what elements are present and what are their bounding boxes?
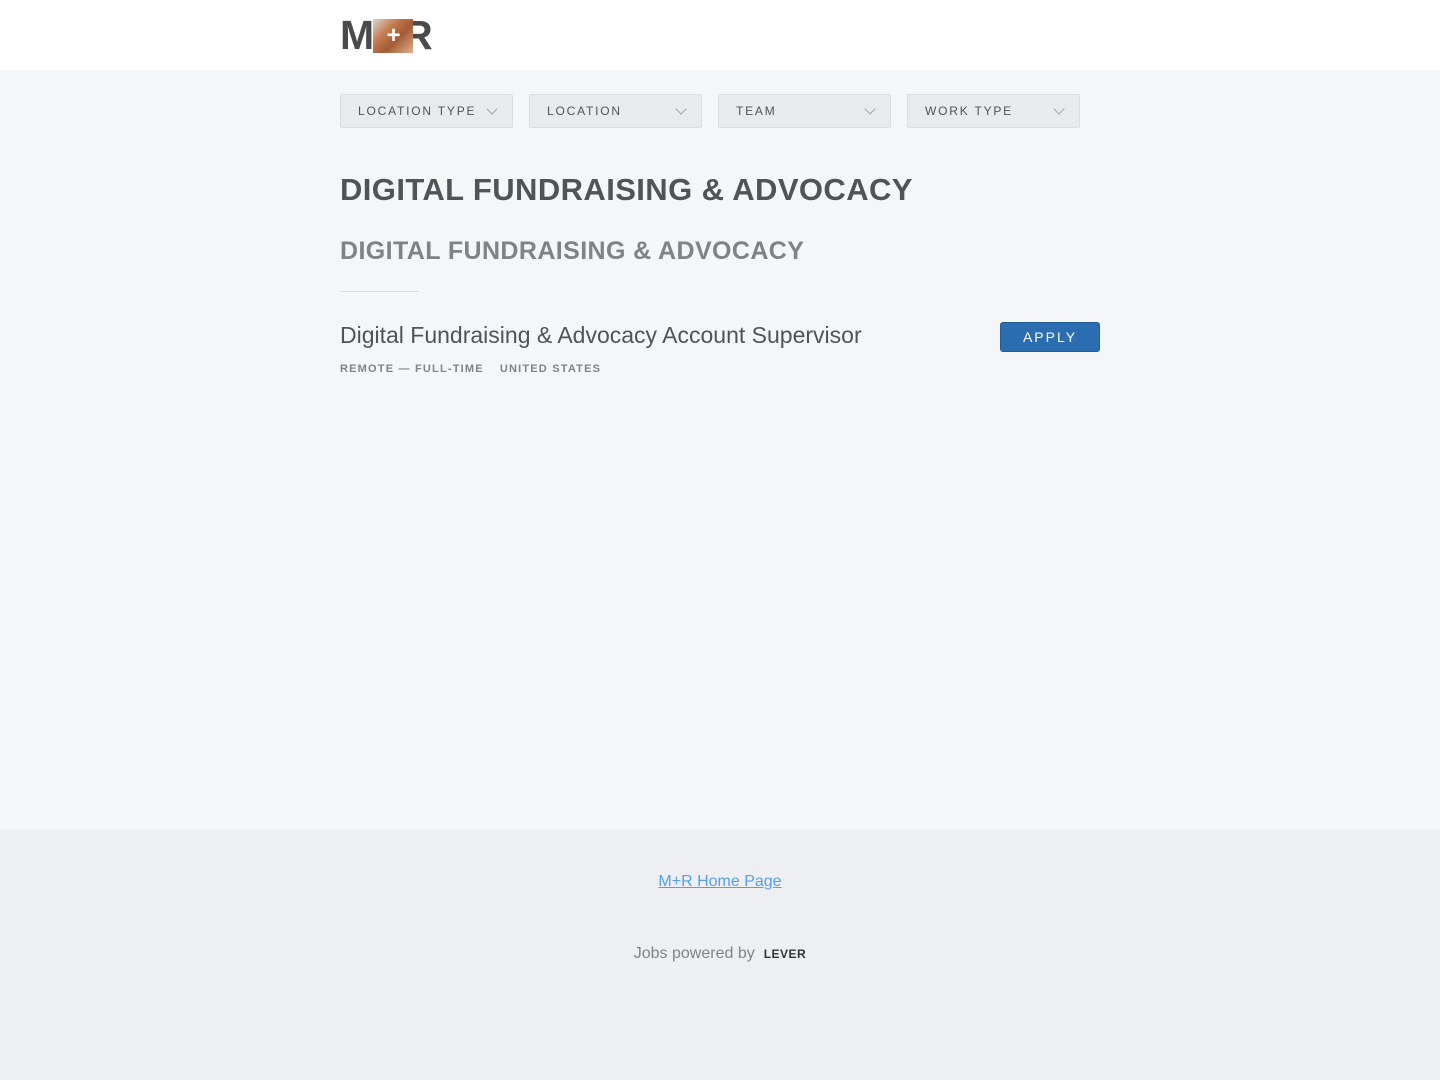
powered-by: Jobs powered by LEVER: [0, 945, 1440, 963]
filter-label: WORK TYPE: [925, 104, 1013, 118]
posting-meta: REMOTE — FULL-TIME UNITED STATES: [340, 363, 601, 375]
filter-team[interactable]: TEAM: [718, 94, 891, 128]
filter-bar: LOCATION TYPE LOCATION TEAM WORK TYPE: [340, 94, 1080, 128]
posting-location: UNITED STATES: [499, 363, 602, 375]
subteam-title: DIGITAL FUNDRAISING & ADVOCACY: [340, 237, 805, 265]
posting-title-link[interactable]: Digital Fundraising & Advocacy Account S…: [340, 322, 862, 349]
page-header: MR +: [0, 0, 1440, 70]
logo-letter-m: M: [340, 12, 374, 58]
powered-by-text: Jobs powered by: [633, 945, 755, 962]
lever-logo[interactable]: LEVER: [764, 947, 807, 961]
apply-button[interactable]: APPLY: [1000, 322, 1100, 352]
filter-label: LOCATION: [547, 104, 622, 118]
logo-plus: +: [386, 22, 400, 49]
chevron-down-icon: [864, 103, 876, 115]
home-page-link-row: M+R Home Page: [0, 873, 1440, 891]
logo-wordmark: MR +: [340, 15, 433, 56]
filter-label: LOCATION TYPE: [358, 104, 477, 118]
chevron-down-icon: [675, 103, 687, 115]
filter-work-type[interactable]: WORK TYPE: [907, 94, 1080, 128]
chevron-down-icon: [1053, 103, 1065, 115]
team-title: DIGITAL FUNDRAISING & ADVOCACY: [340, 172, 913, 207]
posting-commitment: REMOTE — FULL-TIME: [340, 363, 484, 375]
filter-location[interactable]: LOCATION: [529, 94, 702, 128]
company-logo[interactable]: MR +: [340, 15, 440, 56]
page-footer: M+R Home Page Jobs powered by LEVER: [0, 830, 1440, 1080]
home-page-link[interactable]: M+R Home Page: [658, 873, 781, 890]
filter-label: TEAM: [736, 104, 777, 118]
filter-location-type[interactable]: LOCATION TYPE: [340, 94, 513, 128]
logo-plus-icon: +: [373, 19, 413, 53]
section-divider: [340, 291, 419, 292]
chevron-down-icon: [486, 103, 498, 115]
